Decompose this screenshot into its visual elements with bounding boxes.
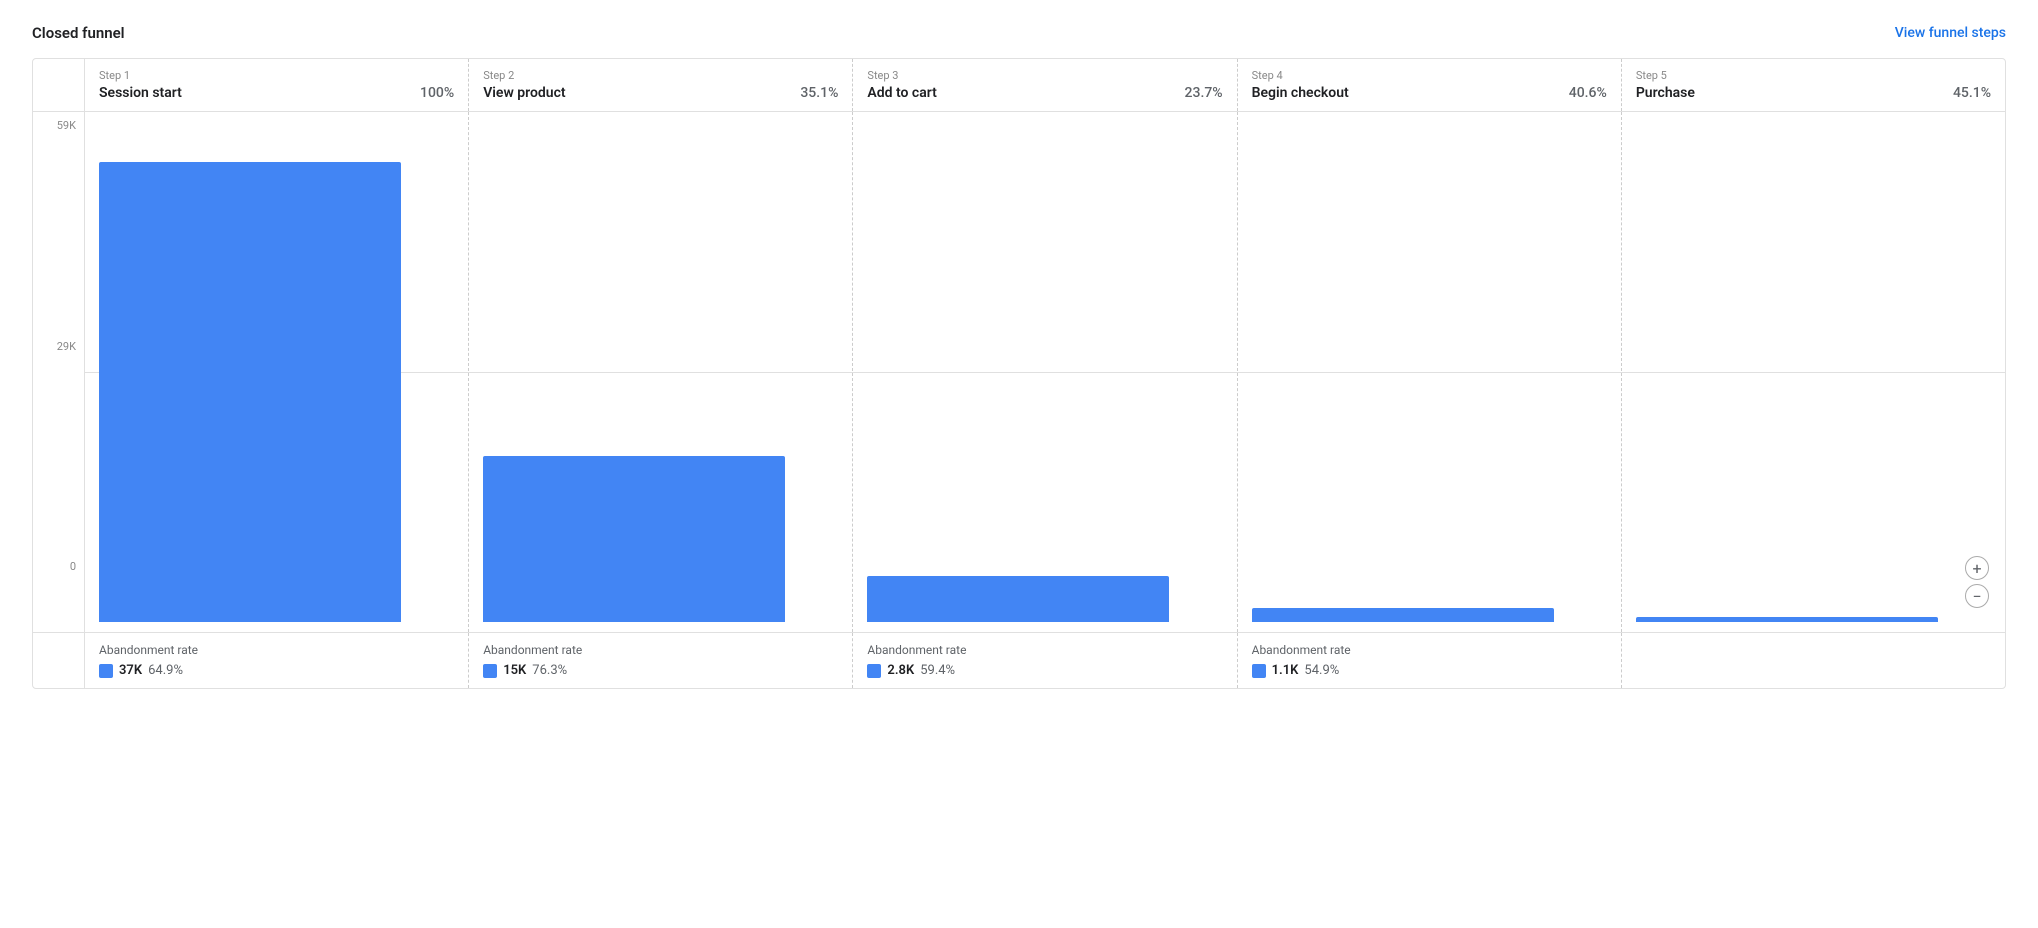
step-header-4: Step 4 Begin checkout 40.6% [1238,59,1622,111]
step-name-4: Begin checkout [1252,85,1349,101]
step-name-row-2: View product 35.1% [483,85,838,101]
y-label-top: 59K [57,120,76,131]
bars-area [85,112,2005,632]
y-label-mid: 29K [57,341,76,352]
abandon-col-2: Abandonment rate 15K 76.3% [469,633,853,688]
step-header-2: Step 2 View product 35.1% [469,59,853,111]
abandon-value-3: 2.8K [887,663,914,678]
step-name-row-4: Begin checkout 40.6% [1252,85,1607,101]
abandon-pct-3: 59.4% [920,663,955,678]
chart-area: 59K 29K 0 [33,112,2005,632]
y-label-bottom: 0 [70,561,76,572]
step-name-row-5: Purchase 45.1% [1636,85,1991,101]
bar-col-2 [469,112,853,632]
abandon-value-1: 37K [119,663,142,678]
abandon-row-3: 2.8K 59.4% [867,663,1222,678]
abandon-swatch-1 [99,664,113,678]
chart-title: Closed funnel [32,24,125,42]
abandon-title-3: Abandonment rate [867,643,1222,657]
step-pct-5: 45.1% [1953,85,1991,101]
step-num-5: Step 5 [1636,69,1991,82]
step-num-3: Step 3 [867,69,1222,82]
abandon-col-1: Abandonment rate 37K 64.9% [85,633,469,688]
abandon-row-1: 37K 64.9% [99,663,454,678]
step-name-3: Add to cart [867,85,936,101]
abandon-pct-1: 64.9% [148,663,183,678]
step-num-2: Step 2 [483,69,838,82]
page-container: Closed funnel View funnel steps Step 1 S… [0,0,2038,928]
step-name-1: Session start [99,85,182,101]
abandonment-section: Abandonment rate 37K 64.9% Abandonment r… [33,632,2005,688]
abandon-col-3: Abandonment rate 2.8K 59.4% [853,633,1237,688]
abandon-col-4: Abandonment rate 1.1K 54.9% [1238,633,1622,688]
step-pct-4: 40.6% [1569,85,1607,101]
abandon-col-5 [1622,633,2005,688]
abandon-title-2: Abandonment rate [483,643,838,657]
step-pct-2: 35.1% [800,85,838,101]
chart-wrapper: Step 1 Session start 100% Step 2 View pr… [32,58,2006,689]
step-num-4: Step 4 [1252,69,1607,82]
abandon-swatch-3 [867,664,881,678]
view-funnel-link[interactable]: View funnel steps [1895,25,2006,41]
chart-header: Closed funnel View funnel steps [32,24,2006,42]
step-header-5: Step 5 Purchase 45.1% [1622,59,2005,111]
bar-col-5 [1622,112,2005,632]
abandon-spacer [33,633,85,688]
step-num-1: Step 1 [99,69,454,82]
step-name-2: View product [483,85,565,101]
step-header-3: Step 3 Add to cart 23.7% [853,59,1237,111]
abandon-title-4: Abandonment rate [1252,643,1607,657]
step-name-row-1: Session start 100% [99,85,454,101]
step-pct-3: 23.7% [1185,85,1223,101]
bar-col-3 [853,112,1237,632]
bar-4 [1252,608,1554,622]
abandon-value-4: 1.1K [1272,663,1299,678]
abandon-swatch-2 [483,664,497,678]
step-name-row-3: Add to cart 23.7% [867,85,1222,101]
step-pct-1: 100% [420,85,454,101]
abandon-pct-4: 54.9% [1304,663,1339,678]
zoom-controls: + − [1965,556,1989,608]
abandon-value-2: 15K [503,663,526,678]
bar-5 [1636,617,1938,622]
abandon-row-2: 15K 76.3% [483,663,838,678]
bar-1 [99,162,401,622]
abandon-pct-2: 76.3% [532,663,567,678]
abandon-row-4: 1.1K 54.9% [1252,663,1607,678]
bar-2 [483,456,785,622]
header-spacer [33,59,85,111]
y-axis: 59K 29K 0 [33,112,85,632]
bar-3 [867,576,1169,622]
abandon-title-1: Abandonment rate [99,643,454,657]
step-name-5: Purchase [1636,85,1695,101]
bar-col-4 [1238,112,1622,632]
steps-header: Step 1 Session start 100% Step 2 View pr… [33,59,2005,112]
zoom-in-button[interactable]: + [1965,556,1989,580]
bar-col-1 [85,112,469,632]
zoom-out-button[interactable]: − [1965,584,1989,608]
step-header-1: Step 1 Session start 100% [85,59,469,111]
abandon-swatch-4 [1252,664,1266,678]
